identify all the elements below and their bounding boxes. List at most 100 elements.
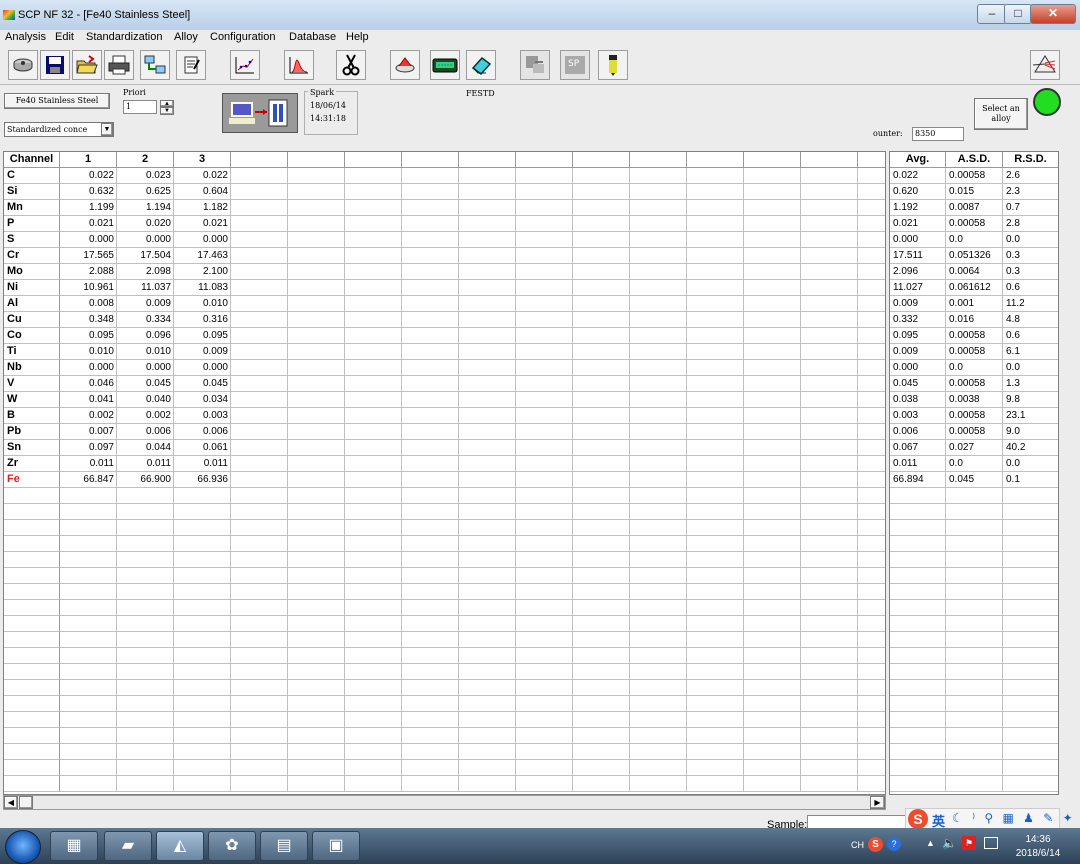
empty-cell[interactable] <box>858 600 885 616</box>
empty-cell[interactable] <box>858 616 885 632</box>
value-cell[interactable]: 0.348 <box>60 312 117 328</box>
asd-cell[interactable]: 0.045 <box>946 472 1003 488</box>
empty-cell[interactable] <box>459 472 516 488</box>
empty-cell[interactable] <box>60 584 117 600</box>
asd-cell[interactable]: 0.0064 <box>946 264 1003 280</box>
save-icon[interactable] <box>40 50 70 80</box>
empty-cell[interactable] <box>801 232 858 248</box>
empty-cell[interactable] <box>687 248 744 264</box>
avg-cell[interactable]: 0.009 <box>890 296 946 312</box>
empty-cell[interactable] <box>117 744 174 760</box>
asd-cell[interactable]: 0.00058 <box>946 344 1003 360</box>
empty-cell[interactable] <box>402 296 459 312</box>
empty-cell[interactable] <box>345 424 402 440</box>
empty-cell[interactable] <box>630 312 687 328</box>
channel-cell[interactable]: V <box>4 376 60 392</box>
empty-cell[interactable] <box>573 600 630 616</box>
avg-cell[interactable]: 0.332 <box>890 312 946 328</box>
alloy-button[interactable]: Fe40 Stainless Steel <box>4 93 110 109</box>
empty-cell[interactable] <box>858 584 885 600</box>
value-cell[interactable]: 10.961 <box>60 280 117 296</box>
empty-cell[interactable] <box>858 168 885 184</box>
empty-cell[interactable] <box>801 280 858 296</box>
empty-cell[interactable] <box>459 520 516 536</box>
value-cell[interactable]: 0.045 <box>174 376 231 392</box>
empty-cell[interactable] <box>345 600 402 616</box>
empty-cell[interactable] <box>459 584 516 600</box>
empty-cell[interactable] <box>516 296 573 312</box>
empty-cell[interactable] <box>402 184 459 200</box>
empty-cell[interactable] <box>630 264 687 280</box>
empty-cell[interactable] <box>459 312 516 328</box>
empty-cell[interactable] <box>890 488 946 504</box>
empty-cell[interactable] <box>516 184 573 200</box>
edit-script-icon[interactable] <box>176 50 206 80</box>
empty-cell[interactable] <box>174 600 231 616</box>
empty-cell[interactable] <box>231 296 288 312</box>
value-cell[interactable]: 0.003 <box>174 408 231 424</box>
rsd-cell[interactable]: 0.0 <box>1003 232 1058 248</box>
channel-cell[interactable] <box>4 584 60 600</box>
channel-cell[interactable]: Nb <box>4 360 60 376</box>
empty-cell[interactable] <box>117 696 174 712</box>
value-cell[interactable]: 0.334 <box>117 312 174 328</box>
empty-cell[interactable] <box>231 632 288 648</box>
empty-cell[interactable] <box>801 616 858 632</box>
empty-cell[interactable] <box>288 392 345 408</box>
explorer-icon[interactable]: ▤ <box>260 831 308 861</box>
empty-cell[interactable] <box>946 728 1003 744</box>
empty-cell[interactable] <box>288 472 345 488</box>
avg-cell[interactable]: 0.038 <box>890 392 946 408</box>
empty-cell[interactable] <box>516 776 573 792</box>
empty-cell[interactable] <box>402 536 459 552</box>
channel-cell[interactable]: C <box>4 168 60 184</box>
empty-cell[interactable] <box>459 232 516 248</box>
empty-cell[interactable] <box>573 168 630 184</box>
empty-cell[interactable] <box>573 712 630 728</box>
empty-cell[interactable] <box>1003 696 1058 712</box>
empty-cell[interactable] <box>231 744 288 760</box>
empty-cell[interactable] <box>573 648 630 664</box>
network-icon[interactable] <box>140 50 170 80</box>
empty-cell[interactable] <box>630 200 687 216</box>
empty-cell[interactable] <box>345 392 402 408</box>
empty-cell[interactable] <box>459 264 516 280</box>
empty-cell[interactable] <box>630 184 687 200</box>
empty-cell[interactable] <box>630 504 687 520</box>
empty-cell[interactable] <box>687 584 744 600</box>
empty-cell[interactable] <box>630 328 687 344</box>
instrument-icon[interactable] <box>430 50 460 80</box>
empty-cell[interactable] <box>630 408 687 424</box>
column-header-empty[interactable] <box>231 152 288 168</box>
minimize-button[interactable]: – <box>977 4 1007 24</box>
asd-cell[interactable]: 0.0 <box>946 360 1003 376</box>
empty-cell[interactable] <box>890 600 946 616</box>
spectrum-icon[interactable] <box>284 50 314 80</box>
empty-cell[interactable] <box>687 312 744 328</box>
empty-cell[interactable] <box>402 360 459 376</box>
empty-cell[interactable] <box>516 376 573 392</box>
empty-cell[interactable] <box>117 584 174 600</box>
column-header-avg[interactable]: Avg. <box>890 152 946 168</box>
empty-cell[interactable] <box>231 600 288 616</box>
empty-cell[interactable] <box>630 664 687 680</box>
column-header-empty[interactable] <box>573 152 630 168</box>
empty-cell[interactable] <box>573 488 630 504</box>
empty-cell[interactable] <box>459 680 516 696</box>
empty-cell[interactable] <box>516 408 573 424</box>
volume-icon[interactable]: 🔈 <box>942 836 957 850</box>
empty-cell[interactable] <box>801 168 858 184</box>
empty-cell[interactable] <box>117 552 174 568</box>
empty-cell[interactable] <box>744 760 801 776</box>
asd-cell[interactable]: 0.001 <box>946 296 1003 312</box>
empty-cell[interactable] <box>402 744 459 760</box>
empty-cell[interactable] <box>1003 648 1058 664</box>
action-center-icon[interactable]: ⚑ <box>962 836 976 850</box>
empty-cell[interactable] <box>231 440 288 456</box>
tray-sogou-icon[interactable]: S <box>868 837 883 852</box>
empty-cell[interactable] <box>231 616 288 632</box>
empty-cell[interactable] <box>288 312 345 328</box>
empty-cell[interactable] <box>516 600 573 616</box>
value-cell[interactable]: 0.045 <box>117 376 174 392</box>
empty-cell[interactable] <box>801 424 858 440</box>
